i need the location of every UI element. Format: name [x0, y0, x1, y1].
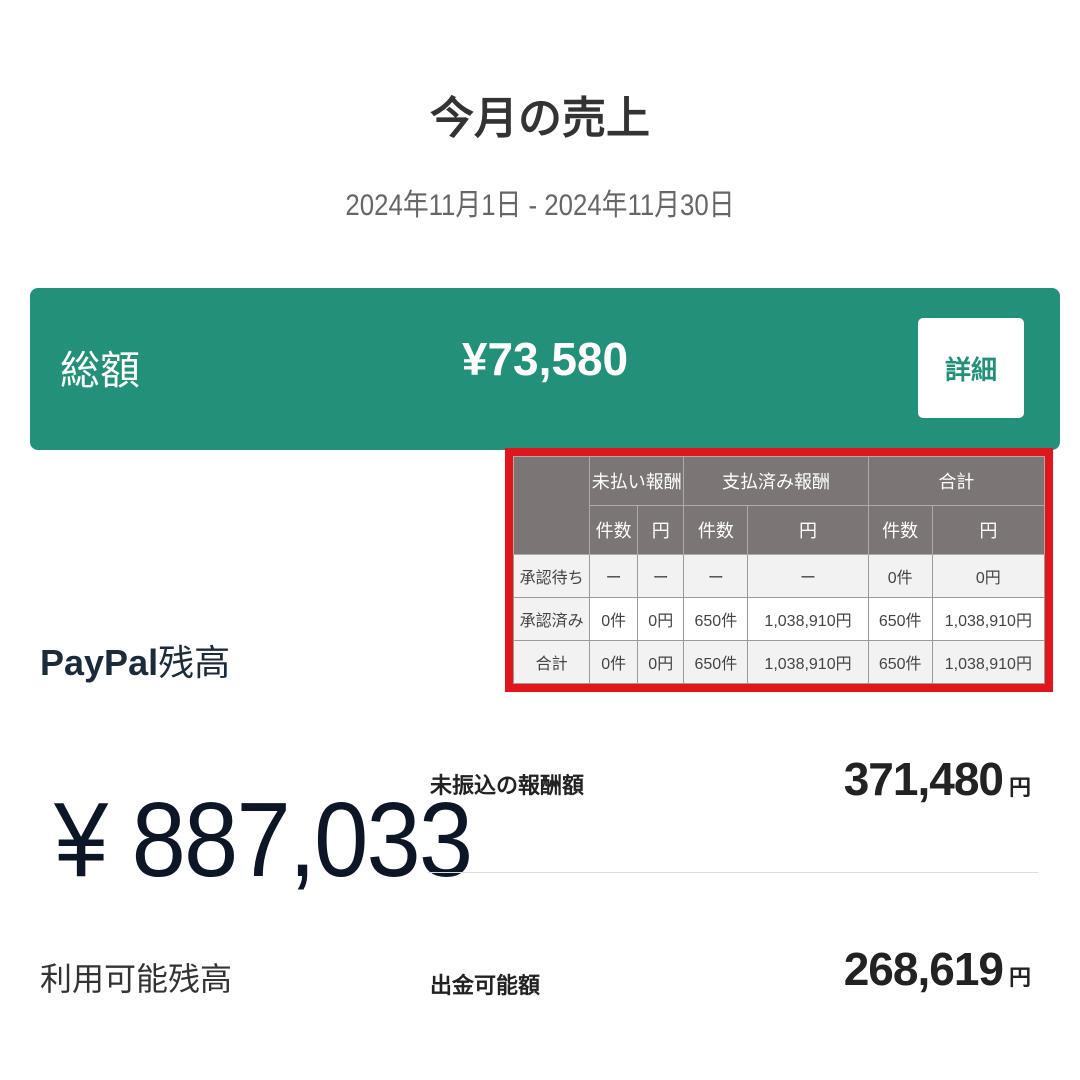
- subheader-yen: 円: [931, 505, 1046, 556]
- table-cell: 1,038,910円: [747, 597, 869, 642]
- table-cell: 650件: [683, 640, 749, 684]
- unpaid-reward-label: 未振込の報酬額: [430, 774, 585, 799]
- paypal-balance-heading: PayPal残高: [40, 634, 230, 686]
- subheader-count: 件数: [683, 505, 749, 556]
- table-cell: 1,038,910円: [747, 640, 869, 684]
- row-label: 承認済み: [512, 597, 591, 642]
- withdrawable-amount: 268,619: [843, 943, 1004, 995]
- summary-table: 未払い報酬 支払済み報酬 合計 件数 円 件数 円 件数 円 承認待ち ー ー …: [512, 455, 1046, 684]
- summary-table-highlight: 未払い報酬 支払済み報酬 合計 件数 円 件数 円 件数 円 承認待ち ー ー …: [505, 448, 1053, 692]
- paypal-balance-suffix: 残高: [158, 642, 231, 683]
- group-header-paid: 支払済み報酬: [683, 455, 869, 507]
- paypal-logo-text: PayPal: [40, 642, 159, 683]
- table-cell: 0円: [637, 640, 685, 684]
- table-row: 合計 0件 0円 650件 1,038,910円 650件 1,038,910円: [512, 640, 1046, 684]
- table-row: 承認済み 0件 0円 650件 1,038,910円 650件 1,038,91…: [512, 597, 1046, 642]
- table-cell: 650件: [683, 597, 749, 642]
- table-cell: 0円: [931, 554, 1046, 599]
- subheader-count: 件数: [867, 505, 933, 556]
- table-cell: 0件: [589, 640, 639, 684]
- available-balance-caption: 利用可能残高: [40, 960, 233, 998]
- table-cell: 1,038,910円: [931, 640, 1046, 684]
- detail-button[interactable]: 詳細: [918, 318, 1024, 418]
- total-summary-bar: 総額 ¥73,580 詳細: [30, 288, 1060, 450]
- table-cell: 0件: [589, 597, 639, 642]
- subheader-count: 件数: [589, 505, 639, 556]
- unpaid-reward-unit: 円: [1008, 775, 1031, 800]
- subheader-yen: 円: [747, 505, 869, 556]
- withdrawable-label: 出金可能額: [430, 974, 541, 999]
- table-cell: ー: [589, 554, 639, 599]
- withdrawable-value: 268,619 円: [843, 942, 1031, 996]
- table-row: 承認待ち ー ー ー ー 0件 0円: [512, 554, 1046, 599]
- unpaid-reward-value: 371,480 円: [843, 752, 1031, 806]
- group-header-unpaid: 未払い報酬: [589, 455, 685, 507]
- subheader-yen: 円: [637, 505, 685, 556]
- page-title: 今月の売上: [430, 93, 650, 144]
- table-cell: ー: [683, 554, 749, 599]
- table-cell: 0件: [867, 554, 933, 599]
- withdrawable-unit: 円: [1008, 965, 1031, 990]
- divider: [428, 872, 1038, 873]
- total-amount: ¥73,580: [461, 333, 629, 385]
- table-cell: 650件: [867, 640, 933, 684]
- table-corner: [512, 455, 591, 556]
- table-cell: 1,038,910円: [931, 597, 1046, 642]
- table-cell: 0円: [637, 597, 685, 642]
- table-cell: 650件: [867, 597, 933, 642]
- unpaid-reward-amount: 371,480: [843, 753, 1004, 805]
- paypal-balance-amount: ¥ 887,033: [54, 781, 473, 899]
- table-cell: ー: [747, 554, 869, 599]
- row-label: 承認待ち: [512, 554, 591, 599]
- date-range: 2024年11月1日 - 2024年11月30日: [345, 189, 735, 222]
- row-label: 合計: [512, 640, 591, 684]
- group-header-total: 合計: [867, 455, 1046, 507]
- table-cell: ー: [637, 554, 685, 599]
- sales-dashboard: 今月の売上 2024年11月1日 - 2024年11月30日 総額 ¥73,58…: [0, 0, 1080, 1080]
